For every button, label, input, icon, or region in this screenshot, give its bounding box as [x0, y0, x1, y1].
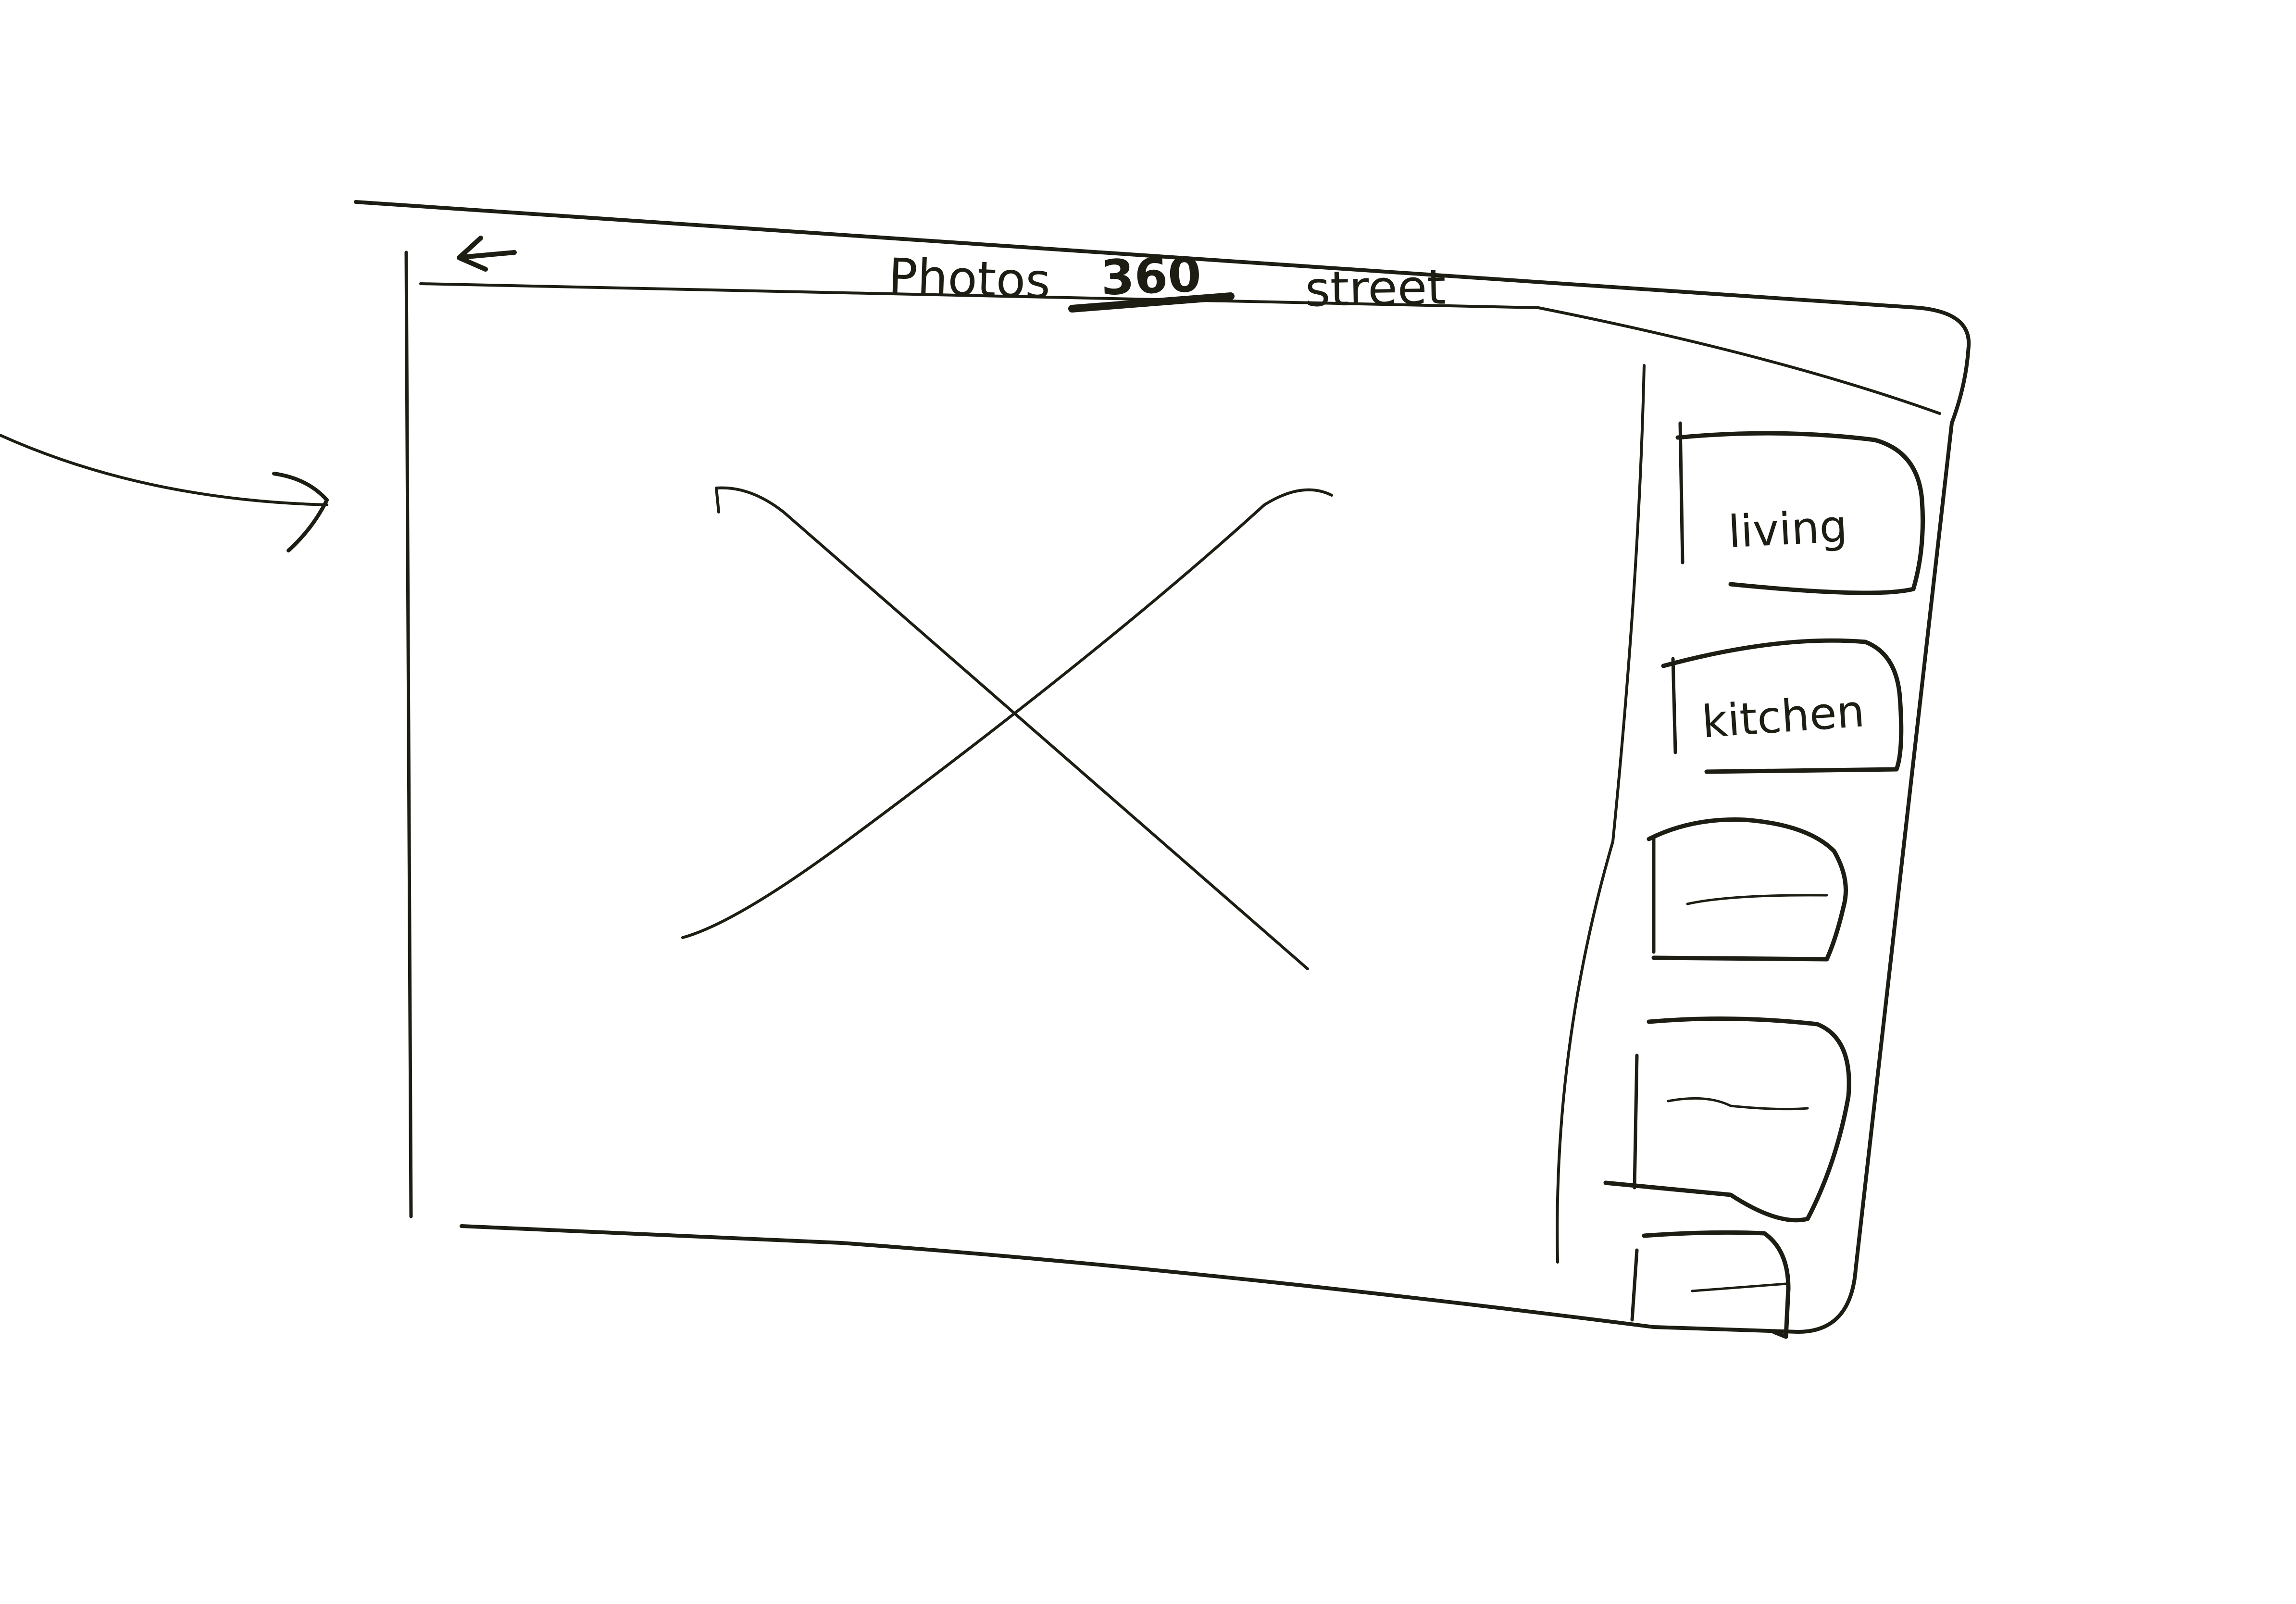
tab-street[interactable]: street — [1305, 259, 1446, 317]
main-image-viewer[interactable] — [423, 337, 1615, 1202]
wireframe-sketch: Photos 360 street living kitchen — [0, 0, 2296, 1604]
thumbnail-1-label: living — [1727, 500, 1849, 558]
back-button[interactable] — [447, 226, 524, 279]
thumbnail-5[interactable] — [1630, 1228, 1793, 1339]
thumbnail-2-label: kitchen — [1700, 685, 1867, 748]
tab-photos[interactable]: Photos — [887, 248, 1051, 310]
thumbnail-4[interactable] — [1606, 1015, 1856, 1226]
thumbnail-3[interactable] — [1649, 817, 1851, 962]
annotation-arrow-icon — [0, 434, 329, 552]
tab-360[interactable]: 360 — [1100, 246, 1202, 306]
